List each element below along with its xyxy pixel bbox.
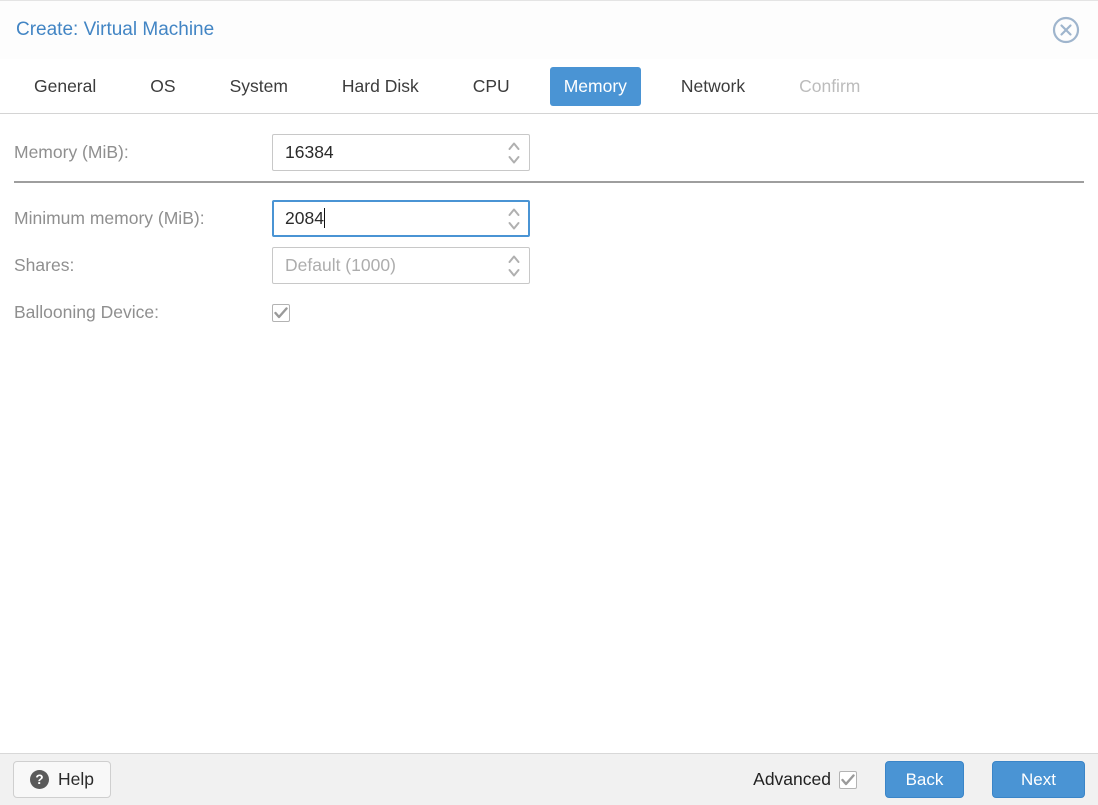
tab-hard-disk[interactable]: Hard Disk: [328, 67, 433, 106]
ballooning-checkbox[interactable]: [272, 303, 290, 322]
help-button[interactable]: ? Help: [13, 761, 111, 798]
dialog-header: Create: Virtual Machine: [0, 1, 1098, 59]
checkmark-icon: [274, 306, 288, 318]
shares-value: Default (1000): [285, 255, 396, 275]
close-icon: [1052, 16, 1080, 44]
text-cursor: [323, 208, 326, 228]
min-memory-input[interactable]: 2084: [272, 200, 530, 237]
tab-network[interactable]: Network: [667, 67, 759, 106]
back-button[interactable]: Back: [885, 761, 964, 798]
section-divider: [14, 181, 1084, 183]
spinner-up-down-icon[interactable]: [507, 253, 521, 279]
spinner-up-down-icon[interactable]: [507, 206, 521, 232]
question-mark-icon: ?: [30, 770, 49, 789]
min-memory-row: Minimum memory (MiB): 2084: [14, 200, 1084, 237]
memory-label: Memory (MiB):: [14, 142, 129, 162]
memory-input[interactable]: 16384: [272, 134, 530, 171]
ballooning-row: Ballooning Device:: [14, 302, 1084, 323]
dialog-footer: ? Help Advanced Back Next: [0, 753, 1098, 805]
checkmark-icon: [841, 773, 855, 785]
shares-row: Shares: Default (1000): [14, 247, 1084, 284]
tab-os[interactable]: OS: [136, 67, 189, 106]
tab-system[interactable]: System: [216, 67, 302, 106]
advanced-label: Advanced: [753, 769, 831, 789]
tab-cpu[interactable]: CPU: [459, 67, 524, 106]
tab-memory[interactable]: Memory: [549, 66, 641, 106]
tab-confirm: Confirm: [799, 75, 861, 96]
help-label: Help: [58, 769, 94, 789]
advanced-checkbox[interactable]: [839, 770, 857, 789]
create-vm-dialog: Create: Virtual Machine General OS Syste…: [0, 0, 1098, 805]
wizard-tabbar: General OS System Hard Disk CPU Memory N…: [0, 59, 1098, 114]
shares-label: Shares:: [14, 255, 75, 275]
footer-actions: Advanced Back Next: [753, 761, 1085, 798]
tab-general[interactable]: General: [20, 67, 110, 106]
spinner-up-down-icon[interactable]: [507, 140, 521, 166]
close-button[interactable]: [1052, 16, 1080, 44]
min-memory-value: 2084: [285, 208, 326, 228]
ballooning-label: Ballooning Device:: [14, 302, 159, 322]
memory-value: 16384: [285, 142, 334, 162]
next-button[interactable]: Next: [992, 761, 1085, 798]
memory-row: Memory (MiB): 16384: [14, 134, 1084, 171]
min-memory-label: Minimum memory (MiB):: [14, 208, 205, 228]
shares-input[interactable]: Default (1000): [272, 247, 530, 284]
memory-form: Memory (MiB): 16384 Minimum memory (MiB)…: [0, 114, 1098, 753]
dialog-title: Create: Virtual Machine: [16, 19, 215, 40]
